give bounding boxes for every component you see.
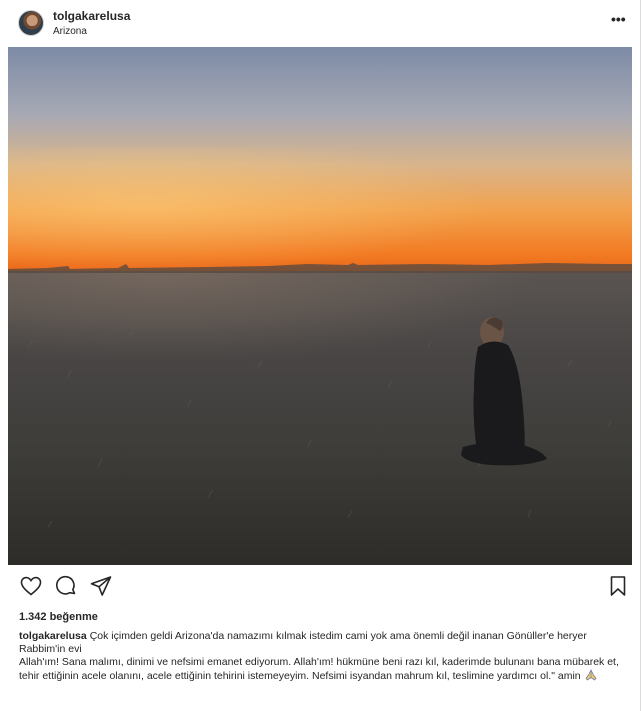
post-caption: tolgakarelusa Çok içimden geldi Arizona'd… [19,630,631,683]
bookmark-icon[interactable] [606,574,630,598]
caption-text-2: Allah'ım! Sana malımı, dinimi ve nefsimi… [19,656,619,682]
instagram-post: tolgakarelusa Arizona ••• 1.342 beğenme … [0,0,641,711]
heart-icon[interactable] [19,574,43,598]
comment-icon[interactable] [54,574,78,598]
caption-username[interactable]: tolgakarelusa [19,630,87,642]
post-username[interactable]: tolgakarelusa [53,9,130,23]
praying-hands-icon [584,669,598,681]
share-icon[interactable] [89,574,113,598]
likes-count[interactable]: 1.342 beğenme [19,611,98,623]
post-header: tolgakarelusa Arizona ••• [0,0,640,46]
caption-line-2: Allah'ım! Sana malımı, dinimi ve nefsimi… [19,656,631,683]
sunset-field-image [8,47,632,565]
post-actions [0,574,640,604]
more-options-button[interactable]: ••• [611,11,626,27]
avatar[interactable] [18,10,44,36]
caption-line-1: tolgakarelusa Çok içimden geldi Arizona'd… [19,630,631,656]
post-location[interactable]: Arizona [53,26,87,37]
post-photo[interactable] [8,47,632,565]
caption-text-1: Çok içimden geldi Arizona'da namazımı kı… [19,630,587,655]
